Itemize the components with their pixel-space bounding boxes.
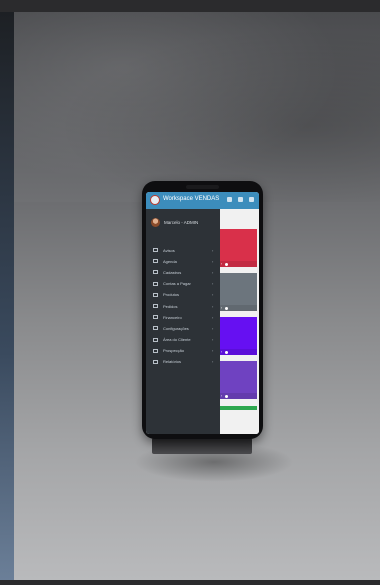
user-panel[interactable]: Marcelo - ADMIN: [151, 217, 198, 227]
chevron-left-icon: ‹: [212, 247, 214, 253]
table-icon: [153, 292, 158, 297]
notification-icon[interactable]: [227, 197, 232, 202]
card-more-link[interactable]: ›: [221, 394, 222, 398]
sidebar-menu: Avisos ‹ Agenda ‹ Cadastros ‹ Contas a P…: [146, 245, 220, 368]
sidebar-item-avisos[interactable]: Avisos ‹: [146, 245, 220, 256]
progress-bar: [220, 406, 257, 410]
table-icon: [153, 281, 158, 286]
chevron-left-icon: ‹: [212, 337, 214, 343]
sidebar-item-label: Cadastros: [163, 269, 182, 275]
user-name: Marcelo - ADMIN: [164, 219, 199, 225]
settings-icon[interactable]: [238, 197, 243, 202]
sidebar-item-contas-a-pagar[interactable]: Contas a Pagar ‹: [146, 279, 220, 290]
sidebar-item-label: Financeiro: [163, 314, 182, 320]
sidebar-item-pedidos[interactable]: Pedidos ‹: [146, 301, 220, 312]
chevron-left-icon: ‹: [212, 325, 214, 331]
phone-screen: Workspace VENDAS Marcelo - ADMIN Avisos …: [146, 192, 259, 434]
table-icon: [153, 359, 158, 364]
chevron-left-icon: ‹: [212, 258, 214, 264]
arrow-circle-icon: [225, 394, 228, 398]
arrow-circle-icon: [225, 350, 228, 354]
card-footer[interactable]: ›: [220, 349, 257, 355]
table-icon: [153, 315, 158, 320]
app-title: Workspace VENDAS: [163, 196, 220, 202]
sidebar: Marcelo - ADMIN Avisos ‹ Agenda ‹ Cadast…: [146, 209, 220, 434]
sidebar-item-relatorios[interactable]: Relatórios ‹: [146, 357, 220, 368]
sidebar-item-label: Produtos: [163, 292, 180, 298]
sidebar-item-label: Avisos: [163, 247, 175, 253]
dashboard-card[interactable]: ›: [220, 361, 257, 399]
dashboard-card[interactable]: ›: [220, 229, 257, 267]
background-edge: [0, 12, 14, 580]
chevron-left-icon: ‹: [212, 303, 214, 309]
sidebar-item-financeiro[interactable]: Financeiro ‹: [146, 312, 220, 323]
sidebar-item-label: Relatórios: [163, 359, 182, 365]
app-header: Workspace VENDAS: [146, 192, 259, 209]
table-icon: [153, 248, 158, 252]
table-icon: [153, 348, 158, 353]
avatar: [151, 217, 160, 227]
card-footer[interactable]: ›: [220, 261, 257, 267]
sidebar-item-label: Configurações: [163, 325, 189, 331]
chevron-left-icon: ‹: [212, 269, 214, 275]
arrow-circle-icon: [225, 306, 228, 310]
arrow-circle-icon: [225, 262, 228, 266]
dashboard-card[interactable]: ›: [220, 273, 257, 311]
sidebar-item-label: Prospecção: [163, 348, 185, 354]
table-icon: [153, 303, 158, 308]
menu-icon[interactable]: [249, 197, 254, 202]
table-icon: [153, 270, 158, 275]
main-content: › › › ›: [220, 209, 259, 434]
card-more-link[interactable]: ›: [221, 306, 222, 310]
sidebar-item-label: Agenda: [163, 258, 177, 264]
card-footer[interactable]: ›: [220, 393, 257, 399]
smartphone: Workspace VENDAS Marcelo - ADMIN Avisos …: [142, 181, 263, 439]
chevron-left-icon: ‹: [212, 314, 214, 320]
table-icon: [153, 326, 158, 331]
sidebar-item-label: Área do Cliente: [163, 337, 191, 343]
sidebar-item-produtos[interactable]: Produtos ‹: [146, 290, 220, 301]
dashboard-card[interactable]: ›: [220, 317, 257, 355]
chevron-left-icon: ‹: [212, 281, 214, 287]
chevron-left-icon: ‹: [212, 292, 214, 298]
sidebar-item-agenda[interactable]: Agenda ‹: [146, 256, 220, 267]
sidebar-item-prospeccao[interactable]: Prospecção ‹: [146, 346, 220, 357]
card-footer[interactable]: ›: [220, 305, 257, 311]
concrete-wall: [14, 12, 380, 202]
sidebar-item-configuracoes[interactable]: Configurações ‹: [146, 323, 220, 334]
sidebar-item-label: Pedidos: [163, 303, 178, 309]
table-icon: [153, 337, 158, 342]
app-logo-icon: [150, 195, 160, 205]
chevron-left-icon: ‹: [212, 359, 214, 365]
card-more-link[interactable]: ›: [221, 262, 222, 266]
phone-notch: [186, 185, 219, 189]
sidebar-item-label: Contas a Pagar: [163, 281, 191, 287]
card-more-link[interactable]: ›: [221, 350, 222, 354]
table-icon: [153, 259, 158, 264]
sidebar-item-area-do-cliente[interactable]: Área do Cliente ‹: [146, 335, 220, 346]
phone-stand: [152, 438, 252, 454]
chevron-left-icon: ‹: [212, 348, 214, 354]
sidebar-item-cadastros[interactable]: Cadastros ‹: [146, 267, 220, 278]
